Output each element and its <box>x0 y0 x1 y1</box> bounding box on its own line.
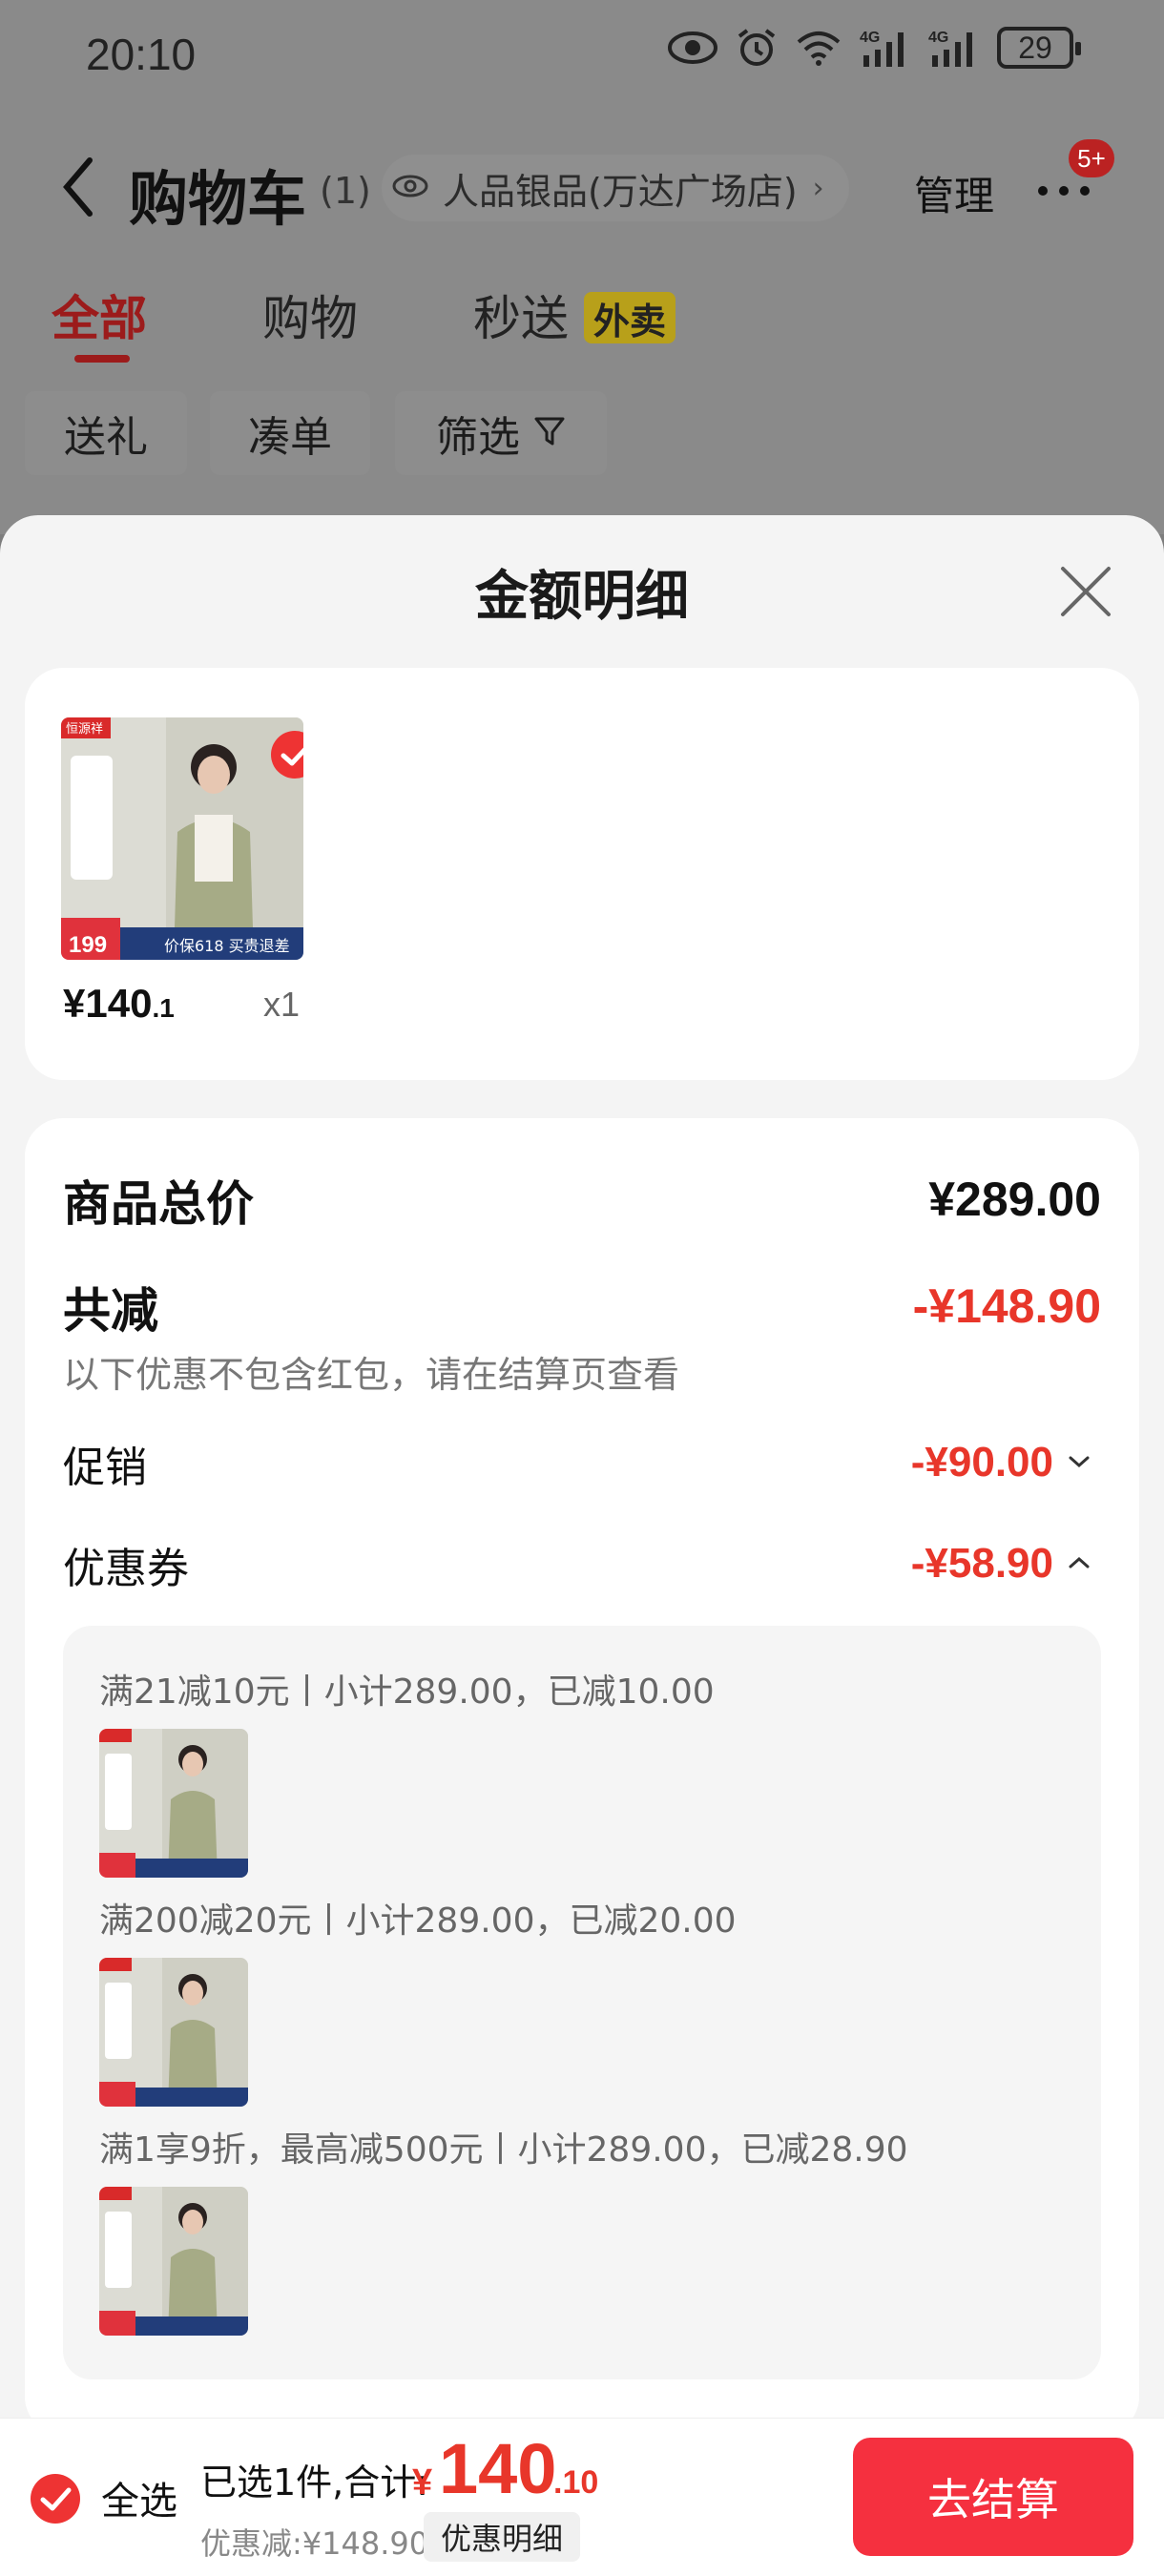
svg-text:4G: 4G <box>928 30 948 46</box>
status-bar: 20:10 4G 4G 29 <box>0 0 1164 114</box>
tab-shopping[interactable]: 购物 <box>262 280 358 349</box>
filter-chips: 送礼 凑单 筛选 <box>0 391 1164 477</box>
tab-all[interactable]: 全部 <box>52 280 147 349</box>
total-reduction-label: 共减 <box>63 1283 158 1339</box>
takeout-tag: 外卖 <box>584 292 676 343</box>
status-icons: 4G 4G 29 <box>667 27 1081 69</box>
tab-bar: 全部 购物 秒送 外卖 <box>0 277 1164 363</box>
coupon-line-2: 满200减20元丨小计289.00，已减20.00 <box>99 1901 737 1941</box>
filter-icon <box>533 409 566 458</box>
cart-page-background: 20:10 4G 4G 29 购物车 (1) 人品银品(万达广场店) › 管理 … <box>0 0 1164 534</box>
discount-summary: 优惠减:¥148.90 <box>200 2525 429 2562</box>
product-card: 恒源祥 199 价保618 买贵退差 ¥140.1 x1 <box>25 668 1139 1080</box>
product-thumbnail[interactable]: 恒源祥 199 价保618 买贵退差 <box>61 717 303 960</box>
total-currency: ¥ <box>412 2462 433 2503</box>
thumb-price: 199 <box>69 932 107 958</box>
chip-add-on-label: 凑单 <box>248 413 332 462</box>
thumb-banner: 价保618 买贵退差 <box>164 937 290 955</box>
promo-row-label[interactable]: 促销 <box>63 1433 147 1494</box>
coupon-line-3: 满1享9折，最高减500元丨小计289.00，已减28.90 <box>99 2130 908 2170</box>
coupon-line-1: 满21减10元丨小计289.00，已减10.00 <box>99 1672 715 1712</box>
store-selector[interactable]: 人品银品(万达广场店) › <box>382 155 849 221</box>
checkout-button[interactable]: 去结算 <box>853 2438 1133 2556</box>
product-price: ¥140.1 <box>63 981 175 1027</box>
back-arrow-icon[interactable] <box>59 156 97 221</box>
total-reduction-value: -¥148.90 <box>912 1279 1101 1333</box>
chip-filter[interactable]: 筛选 <box>395 391 607 475</box>
battery-level: 29 <box>1018 30 1052 65</box>
product-price-int: ¥140 <box>63 981 153 1026</box>
cart-count: (1) <box>320 170 371 212</box>
chip-gift-label: 送礼 <box>64 413 148 462</box>
coupon-product-thumbnail <box>99 1729 248 1878</box>
wifi-icon <box>795 29 842 67</box>
total-amount-int: 140 <box>439 2429 557 2508</box>
reduction-note: 以下优惠不包含红包，请在结算页查看 <box>63 1354 680 1396</box>
chip-add-on[interactable]: 凑单 <box>210 391 370 475</box>
coupon-row-label[interactable]: 优惠券 <box>63 1534 189 1595</box>
close-icon[interactable] <box>1059 565 1112 622</box>
coupon-product-thumbnail <box>99 2187 248 2336</box>
svg-text:4G: 4G <box>860 30 880 46</box>
chip-filter-label: 筛选 <box>436 413 520 462</box>
status-time: 20:10 <box>86 30 197 79</box>
notification-badge: 5+ <box>1069 139 1114 177</box>
chip-gift[interactable]: 送礼 <box>25 391 187 475</box>
select-all-check-icon[interactable] <box>29 2472 82 2529</box>
amount-detail-sheet: 金额明细 恒源祥 199 价保618 买贵退差 ¥140.1 x1 商品总价 ¥… <box>0 515 1164 2576</box>
amount-detail-card: 商品总价 ¥289.00 共减 -¥148.90 以下优惠不包含红包，请在结算页… <box>25 1118 1139 2435</box>
chevron-right-icon: › <box>812 171 824 205</box>
nav-bar: 购物车 (1) 人品银品(万达广场店) › 管理 5+ <box>0 139 1164 239</box>
eye-icon <box>667 29 718 67</box>
promo-row-value[interactable]: -¥90.00 <box>911 1439 1053 1486</box>
checkout-bar: 全选 已选1件,合计: ¥ 140 .10 优惠减:¥148.90 优惠明细 去… <box>0 2418 1164 2576</box>
coupon-breakdown: 满21减10元丨小计289.00，已减10.00 满200减20元丨小计289.… <box>63 1626 1101 2379</box>
store-name: 人品银品(万达广场店) <box>443 170 798 213</box>
page-title: 购物车 <box>129 164 307 234</box>
coupon-row-value[interactable]: -¥58.90 <box>911 1540 1053 1588</box>
sheet-title: 金额明细 <box>475 566 689 628</box>
more-dots-icon <box>1038 172 1105 210</box>
tab-active-indicator <box>74 355 130 363</box>
select-all-label[interactable]: 全选 <box>101 2470 177 2525</box>
alarm-icon <box>736 27 778 69</box>
total-price-value: ¥289.00 <box>928 1173 1101 1226</box>
total-amount-dec: .10 <box>553 2464 599 2501</box>
signal-icon: 4G <box>928 27 980 69</box>
total-price-label: 商品总价 <box>63 1176 254 1232</box>
coupon-product-thumbnail <box>99 1958 248 2107</box>
thumb-brand: 恒源祥 <box>66 722 103 737</box>
manage-button[interactable]: 管理 <box>914 164 994 222</box>
eye-icon <box>391 172 429 204</box>
battery-icon: 29 <box>997 27 1081 69</box>
chevron-down-icon[interactable] <box>1067 1452 1091 1475</box>
more-button[interactable]: 5+ <box>1038 139 1114 210</box>
discount-detail-button[interactable]: 优惠明细 <box>424 2512 581 2562</box>
tab-instant-delivery[interactable]: 秒送 <box>473 280 569 349</box>
product-price-dec: .1 <box>152 993 175 1023</box>
chevron-up-icon[interactable] <box>1067 1553 1091 1576</box>
selected-check-icon[interactable] <box>269 729 303 784</box>
selected-summary: 已选1件,合计: <box>200 2462 429 2503</box>
product-qty: x1 <box>263 985 301 1024</box>
signal-icon: 4G <box>860 27 911 69</box>
